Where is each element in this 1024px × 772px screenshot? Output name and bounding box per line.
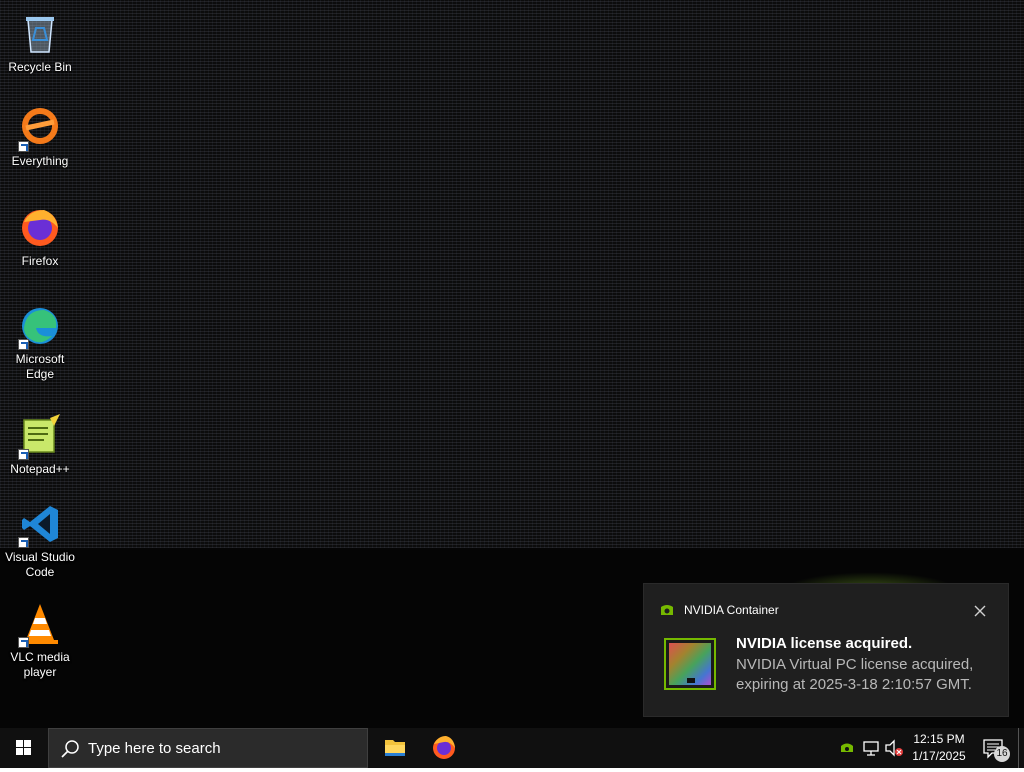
volume-muted-icon — [885, 739, 903, 757]
windows-logo-icon — [16, 740, 31, 755]
gpu-chip-graphic — [669, 643, 711, 685]
desktop-icon-label: Firefox — [21, 254, 59, 268]
edge-icon — [16, 302, 64, 350]
shortcut-arrow-icon — [18, 537, 29, 548]
notification-body: NVIDIA Virtual PC license acquired, expi… — [736, 656, 974, 693]
desktop-icon-everything[interactable]: Everything — [2, 104, 78, 169]
search-icon — [61, 740, 79, 758]
desktop-icon-label: Microsoft Edge — [15, 352, 65, 381]
clock-date: 1/17/2025 — [912, 749, 966, 763]
desktop-icon-label: VLC media player — [10, 650, 70, 679]
notification-app-name: NVIDIA Container — [684, 603, 779, 617]
desktop-background: Recycle Bin Everything Firefox Microsoft… — [0, 0, 1024, 728]
shortcut-arrow-icon — [18, 637, 29, 648]
taskbar-firefox[interactable] — [420, 728, 468, 768]
taskbar-file-explorer[interactable] — [371, 728, 419, 768]
tray-nvidia[interactable] — [836, 728, 858, 768]
notepadpp-icon — [16, 412, 64, 460]
network-icon — [863, 741, 879, 756]
desktop-icon-label: Recycle Bin — [8, 60, 72, 74]
desktop-icon-firefox[interactable]: Firefox — [2, 204, 78, 269]
shortcut-arrow-icon — [18, 449, 29, 460]
nvidia-app-icon — [660, 603, 674, 617]
close-icon[interactable] — [970, 601, 990, 621]
tray-network[interactable] — [860, 728, 882, 768]
desktop-icon-notepadpp[interactable]: Notepad++ — [2, 412, 78, 477]
taskbar: Type here to search 12:15 PM 1/17/2025 1… — [0, 728, 1024, 768]
desktop-icon-recycle-bin[interactable]: Recycle Bin — [2, 10, 78, 75]
desktop-icon-label: Notepad++ — [10, 462, 70, 476]
start-button[interactable] — [0, 728, 48, 768]
notification-title: NVIDIA license acquired. — [736, 635, 913, 652]
desktop-icon-vscode[interactable]: Visual Studio Code — [2, 500, 78, 580]
vlc-icon — [16, 600, 64, 648]
desktop-icon-label: Visual Studio Code — [5, 550, 75, 579]
desktop-icon-vlc[interactable]: VLC media player — [2, 600, 78, 680]
clock-time: 12:15 PM — [913, 732, 965, 746]
shortcut-arrow-icon — [18, 339, 29, 350]
recycle-bin-icon — [16, 10, 64, 58]
nvidia-tray-icon — [841, 743, 853, 752]
notification-toast[interactable]: NVIDIA Container NVIDIA license acquired… — [644, 584, 1008, 716]
shortcut-arrow-icon — [18, 141, 29, 152]
file-explorer-icon — [385, 740, 405, 756]
action-center-button[interactable]: 16 — [978, 728, 1012, 768]
vscode-icon — [16, 500, 64, 548]
search-input[interactable]: Type here to search — [48, 728, 368, 768]
show-desktop-button[interactable] — [1018, 728, 1024, 768]
system-clock[interactable]: 12:15 PM 1/17/2025 — [906, 731, 972, 765]
firefox-icon — [433, 736, 455, 759]
tray-volume[interactable] — [883, 728, 905, 768]
everything-icon — [16, 104, 64, 152]
desktop-icon-label: Everything — [11, 154, 69, 168]
firefox-icon — [16, 204, 64, 252]
desktop-icon-microsoft-edge[interactable]: Microsoft Edge — [2, 302, 78, 382]
search-placeholder: Type here to search — [88, 740, 221, 757]
gpu-chip-icon — [664, 638, 716, 690]
notification-count-badge: 16 — [994, 746, 1010, 762]
